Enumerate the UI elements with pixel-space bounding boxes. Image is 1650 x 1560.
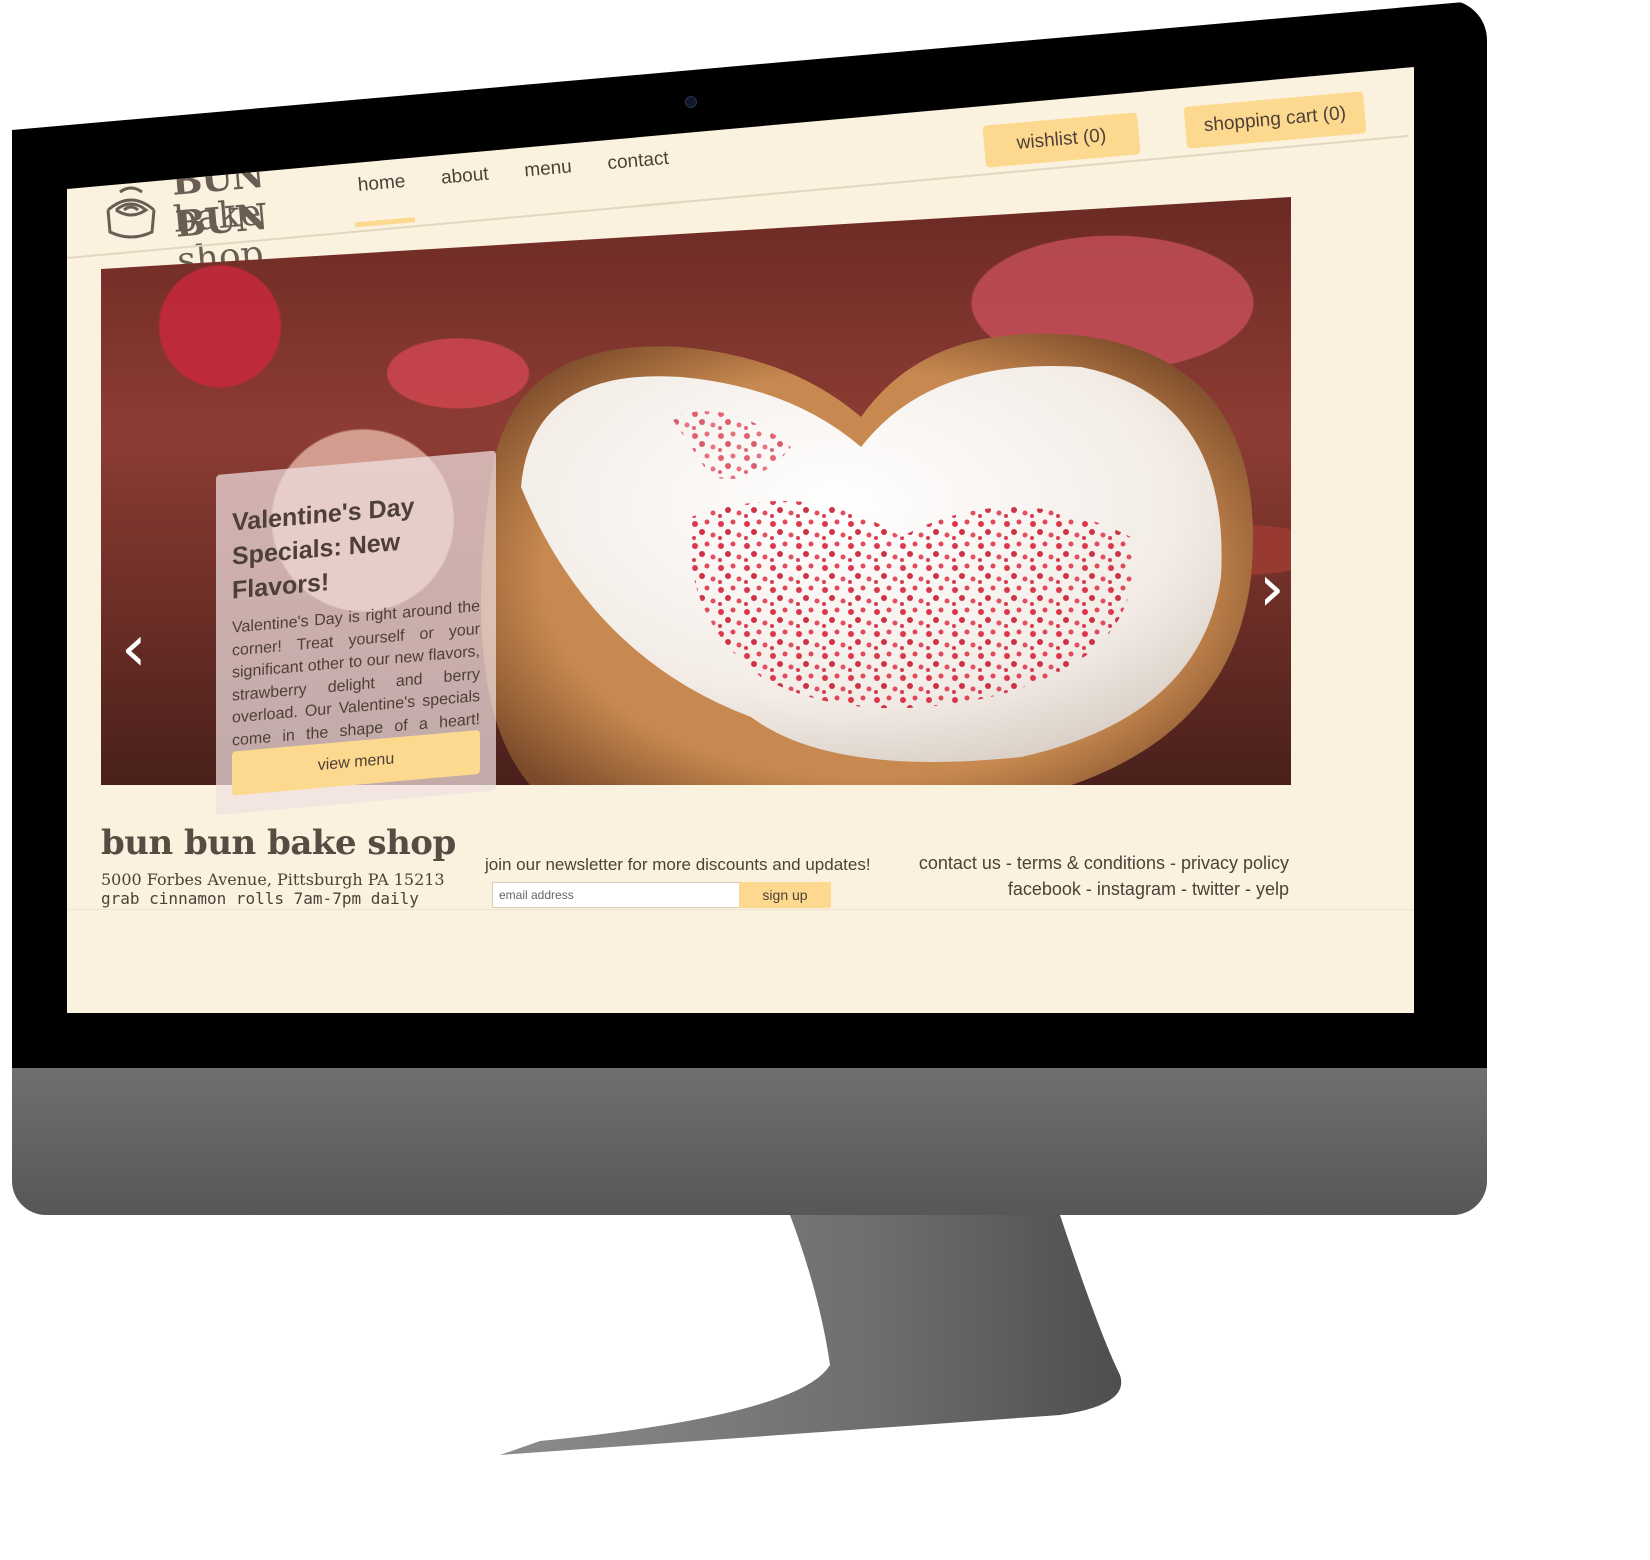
link-separator: - (1164, 853, 1181, 873)
footer-brand: bun bun bake shop (101, 823, 456, 863)
promo-title: Valentine's Day Specials: New Flavors! (232, 492, 415, 605)
terms-link[interactable]: terms & conditions (1017, 853, 1165, 873)
link-separator: - (1080, 879, 1097, 899)
carousel-next-icon[interactable]: › (1259, 557, 1285, 621)
carousel-prev-icon[interactable]: ‹ (121, 617, 147, 681)
wishlist-button[interactable]: wishlist (0) (982, 112, 1141, 168)
cinnamon-roll-icon (106, 186, 156, 239)
shopping-cart-button[interactable]: shopping cart (0) (1183, 91, 1367, 149)
nav-about[interactable]: about (440, 164, 491, 204)
facebook-link[interactable]: facebook (1008, 879, 1081, 899)
footer-divider (67, 909, 1414, 910)
link-separator: - (1175, 879, 1192, 899)
footer-links-row: contact us - terms & conditions - privac… (919, 850, 1289, 876)
email-field[interactable] (492, 882, 744, 908)
hero-image (481, 333, 1253, 785)
camera-icon (685, 96, 697, 108)
yelp-link[interactable]: yelp (1256, 879, 1289, 899)
newsletter-prompt: join our newsletter for more discounts a… (485, 855, 871, 874)
monitor-chin (12, 1068, 1487, 1215)
promo-card: Valentine's Day Specials: New Flavors! V… (216, 450, 496, 815)
link-separator: - (1239, 879, 1256, 899)
link-separator: - (1000, 853, 1017, 873)
instagram-link[interactable]: instagram (1097, 879, 1176, 899)
monitor-mockup: wishlist (0) shopping cart (0) BUN BUN b… (0, 0, 1650, 1560)
privacy-policy-link[interactable]: privacy policy (1181, 853, 1289, 873)
nav-menu[interactable]: menu (523, 156, 573, 196)
footer-hours: grab cinnamon rolls 7am-7pm daily (101, 889, 419, 908)
footer-links: contact us - terms & conditions - privac… (919, 850, 1289, 902)
website-screen: wishlist (0) shopping cart (0) BUN BUN b… (67, 67, 1414, 1013)
footer-social-row: facebook - instagram - twitter - yelp (919, 876, 1289, 902)
twitter-link[interactable]: twitter (1192, 879, 1240, 899)
nav-home[interactable]: home (357, 171, 407, 211)
monitor-stand (500, 1215, 1122, 1455)
nav-contact[interactable]: contact (607, 148, 671, 189)
footer-address: 5000 Forbes Avenue, Pittsburgh PA 15213 (101, 870, 445, 889)
sign-up-button[interactable]: sign up (739, 882, 831, 908)
contact-us-link[interactable]: contact us (919, 853, 1001, 873)
